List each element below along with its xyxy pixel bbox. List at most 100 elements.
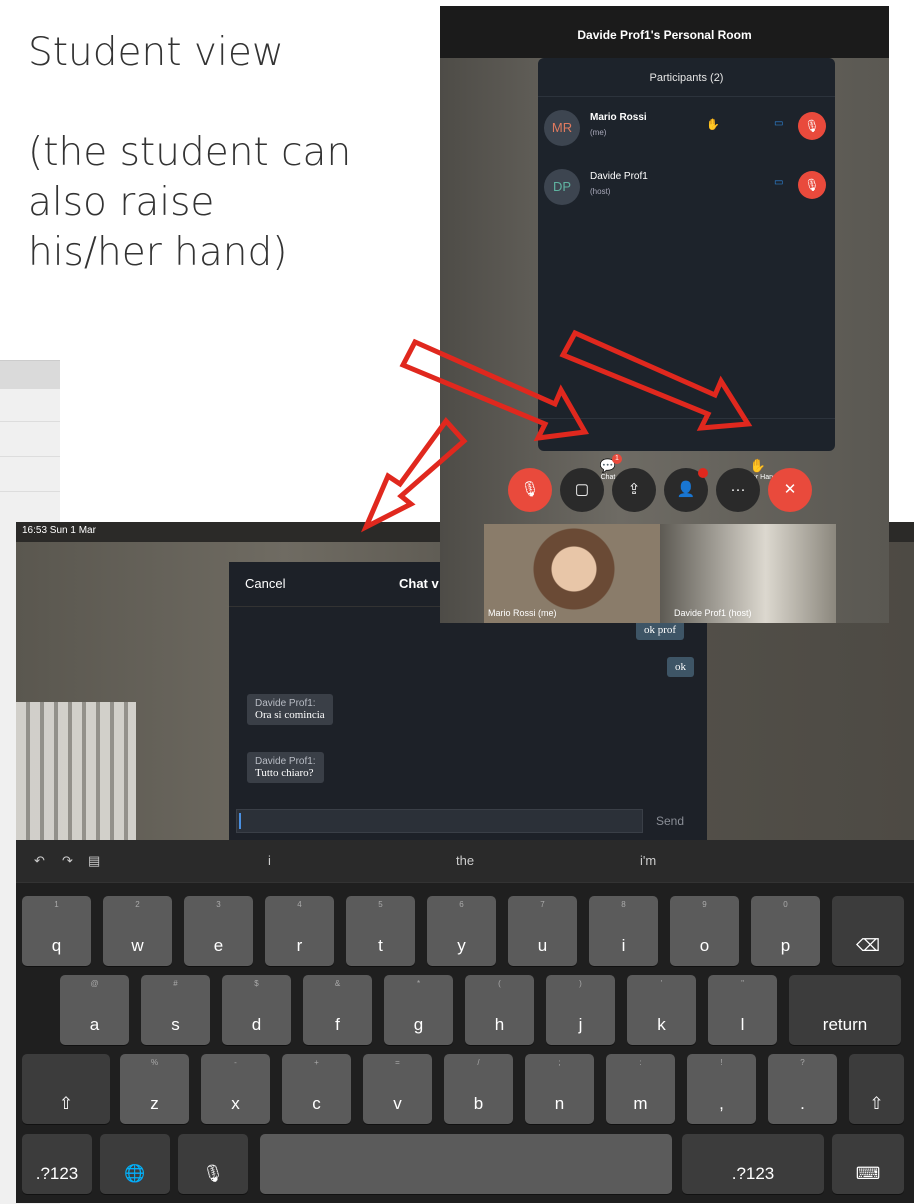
video-thumbnails: Mario Rossi (me) Davide Prof1 (host) xyxy=(484,524,836,623)
key-hint: ? xyxy=(800,1058,805,1067)
shift-key-left[interactable]: ⇧ xyxy=(22,1054,110,1124)
key-label: e xyxy=(213,936,224,955)
room-title: Davide Prof1's Personal Room xyxy=(577,28,752,42)
key-hint: # xyxy=(173,979,178,988)
participants-button[interactable]: 👤 xyxy=(664,468,708,512)
key-label: i xyxy=(621,936,626,955)
globe-key[interactable]: 🌐 xyxy=(100,1134,170,1194)
participant-role: (host) xyxy=(590,187,611,196)
key-i[interactable]: 8i xyxy=(589,896,658,966)
key-b[interactable]: / b xyxy=(444,1054,513,1124)
numbers-key-left[interactable]: .?123 xyxy=(22,1134,92,1194)
key-u[interactable]: 7u xyxy=(508,896,577,966)
key-hint: ' xyxy=(660,979,663,988)
key-label: k xyxy=(657,1015,666,1034)
key-h[interactable]: (h xyxy=(465,975,534,1045)
divider xyxy=(0,421,60,422)
key-q[interactable]: 1q xyxy=(22,896,91,966)
key-hint: 0 xyxy=(783,900,788,909)
suggestion-3[interactable]: i'm xyxy=(640,853,656,868)
key-v[interactable]: = v xyxy=(363,1054,432,1124)
numbers-key-right[interactable]: .?123 xyxy=(682,1134,824,1194)
participant-name: Davide Prof1 xyxy=(590,171,648,182)
key-p[interactable]: 0p xyxy=(751,896,820,966)
key-z[interactable]: % z xyxy=(120,1054,189,1124)
key-y[interactable]: 6y xyxy=(427,896,496,966)
key-label: a xyxy=(89,1015,100,1034)
key-hint: 5 xyxy=(378,900,383,909)
message-text: Tutto chiaro? xyxy=(255,767,314,779)
return-key[interactable]: return xyxy=(789,975,901,1045)
message-in-1: Davide Prof1: Ora si comincia xyxy=(247,694,333,725)
key-f[interactable]: & f xyxy=(303,975,372,1045)
suggestion-2[interactable]: the xyxy=(456,853,474,868)
key-.[interactable]: ?. xyxy=(768,1054,837,1124)
dictation-key[interactable]: 🎙 xyxy=(178,1134,248,1194)
key-d[interactable]: $ d xyxy=(222,975,291,1045)
shift-key-right[interactable]: ⇧ xyxy=(849,1054,904,1124)
key-hint: ! xyxy=(720,1058,723,1067)
key-hint: + xyxy=(314,1058,319,1067)
key-label: l xyxy=(740,1015,745,1034)
paste-icon[interactable]: ▤ xyxy=(88,853,100,869)
key-n[interactable]: ; n xyxy=(525,1054,594,1124)
key-s[interactable]: # s xyxy=(141,975,210,1045)
key-l[interactable]: " l xyxy=(708,975,777,1045)
avatar: MR xyxy=(544,110,580,146)
redo-icon[interactable]: ↷ xyxy=(62,853,73,869)
delete-key[interactable]: ⌫ xyxy=(832,896,904,966)
undo-icon[interactable]: ↶ xyxy=(34,853,45,869)
mute-icon[interactable]: 🎙 xyxy=(798,171,826,199)
key-k[interactable]: ' k xyxy=(627,975,696,1045)
mute-icon[interactable]: 🎙 xyxy=(798,112,826,140)
video-icon: ▭ xyxy=(774,118,784,129)
key-hint: 6 xyxy=(459,900,464,909)
key-label: 🌐 xyxy=(124,1164,146,1183)
key-g[interactable]: * g xyxy=(384,975,453,1045)
key-hint: ( xyxy=(498,979,501,988)
key-label: ⌫ xyxy=(855,936,881,955)
key-r[interactable]: 4r xyxy=(265,896,334,966)
divider xyxy=(538,96,835,97)
key-label: g xyxy=(413,1015,424,1034)
key-hint: $ xyxy=(254,979,259,988)
key-t[interactable]: 5t xyxy=(346,896,415,966)
leave-button[interactable]: ✕ xyxy=(768,468,812,512)
participant-row[interactable]: DP Davide Prof1 (host) ▭ 🎙 xyxy=(538,163,835,213)
hide-keyboard-key[interactable]: ⌨ xyxy=(832,1134,904,1194)
key-w[interactable]: 2w xyxy=(103,896,172,966)
key-label: q xyxy=(51,936,62,955)
share-button[interactable]: ⇪ xyxy=(612,468,656,512)
key-label: y xyxy=(457,936,466,955)
key-label: d xyxy=(251,1015,262,1034)
key-c[interactable]: + c xyxy=(282,1054,351,1124)
space-key[interactable] xyxy=(260,1134,672,1194)
key-hint: 9 xyxy=(702,900,707,909)
thumbnail-label: Mario Rossi (me) xyxy=(488,608,557,618)
participant-row[interactable]: MR Mario Rossi (me) ✋ ▭ 🎙 xyxy=(538,104,835,154)
raised-hand-icon: ✋ xyxy=(706,119,720,131)
key-label: b xyxy=(473,1094,484,1113)
key-o[interactable]: 9o xyxy=(670,896,739,966)
key-label: ⌨ xyxy=(855,1164,881,1183)
key-x[interactable]: -x xyxy=(201,1054,270,1124)
key-,[interactable]: !, xyxy=(687,1054,756,1124)
key-label: 🎙 xyxy=(202,1164,224,1183)
key-label: .?123 xyxy=(35,1164,79,1183)
key-m[interactable]: :m xyxy=(606,1054,675,1124)
key-label: f xyxy=(335,1015,340,1034)
suggestion-1[interactable]: i xyxy=(268,853,271,868)
onscreen-keyboard: ↶ ↷ ▤ i the i'm 1 q 2 w 3 e 4 r 5 t 6 y 7 u 8 i 9 o 0 p ⌫ @ a #… xyxy=(16,840,914,1203)
key-j[interactable]: ) j xyxy=(546,975,615,1045)
more-button[interactable]: ··· xyxy=(716,468,760,512)
cancel-button[interactable]: Cancel xyxy=(245,576,285,591)
key-e[interactable]: 3e xyxy=(184,896,253,966)
chat-input[interactable] xyxy=(236,809,643,833)
mute-button[interactable]: 🎙 xyxy=(508,468,552,512)
key-label: return xyxy=(822,1015,868,1034)
key-hint: / xyxy=(477,1058,480,1067)
video-off-button[interactable]: ▢ xyxy=(560,468,604,512)
key-a[interactable]: @ a xyxy=(60,975,129,1045)
send-button[interactable]: Send xyxy=(656,814,684,828)
key-hint: 1 xyxy=(54,900,59,909)
